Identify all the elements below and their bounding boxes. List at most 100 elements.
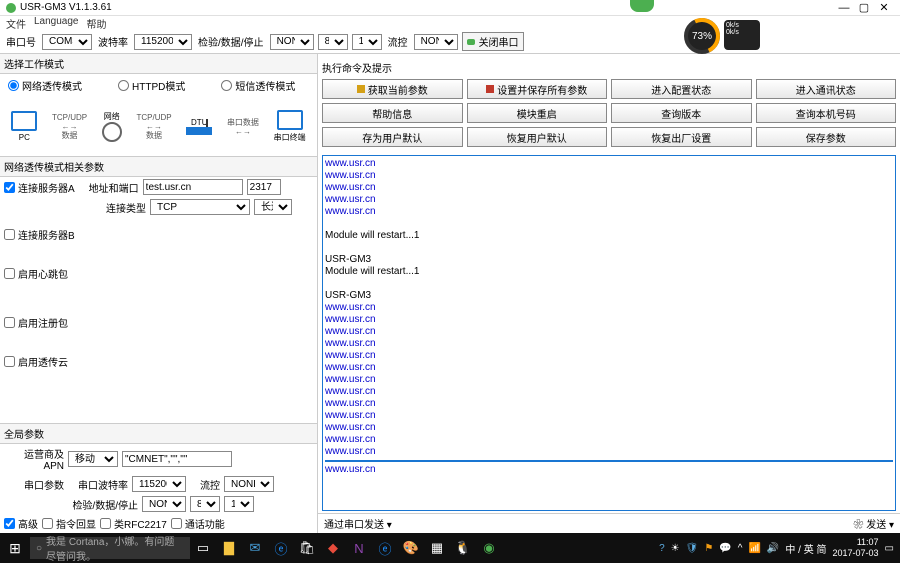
register-check[interactable]: 启用注册包: [4, 315, 68, 330]
calc-icon[interactable]: ▦: [424, 540, 450, 556]
tray-help-icon[interactable]: ?: [659, 543, 665, 554]
scheck-label: 检验/数据/停止: [68, 497, 138, 512]
tool-icon[interactable]: 🐧: [450, 540, 476, 556]
log-output[interactable]: www.usr.cn www.usr.cn www.usr.cn www.usr…: [322, 155, 896, 511]
sdata-select[interactable]: 8: [190, 496, 220, 512]
sbaud-select[interactable]: 115200: [132, 476, 186, 492]
taskbar: ⊞ ○ 我是 Cortana，小娜。有问题尽管问我。 ▭ ▇ ✉ ⓔ 🛍 ◆ N…: [0, 533, 900, 563]
apn-label: 运营商及APN: [4, 446, 64, 472]
call-check[interactable]: 通话功能: [171, 516, 225, 531]
close-port-button[interactable]: 关闭串口: [462, 32, 524, 51]
flow-label: 流控: [386, 34, 410, 49]
start-button[interactable]: ⊞: [0, 540, 30, 557]
heartbeat-check[interactable]: 启用心跳包: [4, 266, 68, 281]
btn-query-phone[interactable]: 查询本机号码: [756, 103, 897, 123]
menu-bar: 文件 Language 帮助: [0, 16, 900, 30]
cortana-icon: ○: [36, 543, 42, 554]
flow-select[interactable]: NONE: [414, 34, 458, 50]
persist-select[interactable]: 长连接: [254, 199, 292, 215]
tray-ime[interactable]: 中 / 英 简: [785, 541, 826, 556]
node-dtu: DTU: [186, 118, 212, 135]
mode-httpd[interactable]: HTTPD模式: [118, 78, 185, 93]
addr-label: 地址和端口: [79, 180, 139, 195]
params-title: 网络透传模式相关参数: [0, 157, 317, 177]
echo-check[interactable]: 指令回显: [42, 516, 96, 531]
port-select[interactable]: COM3: [42, 34, 92, 50]
btn-help[interactable]: 帮助信息: [322, 103, 463, 123]
sflow-select[interactable]: NONE: [224, 476, 274, 492]
app-icon: [6, 3, 16, 13]
cortana-search[interactable]: ○ 我是 Cortana，小娜。有问题尽管问我。: [30, 537, 190, 559]
check-label: 检验/数据/停止: [196, 34, 266, 49]
btn-factory[interactable]: 恢复出厂设置: [611, 127, 752, 147]
tray-wifi-icon[interactable]: 📶: [748, 543, 760, 554]
btn-restore-user[interactable]: 恢复用户默认: [467, 127, 608, 147]
server-b-check[interactable]: 连接服务器B: [4, 227, 75, 242]
paint-icon[interactable]: 🎨: [398, 540, 424, 556]
window-title: USR-GM3 V1.1.3.61: [20, 2, 834, 13]
cloud-check[interactable]: 启用透传云: [4, 354, 68, 369]
menu-language[interactable]: Language: [34, 16, 79, 30]
apn-select[interactable]: 移动: [68, 451, 118, 467]
btn-restart[interactable]: 模块重启: [467, 103, 608, 123]
mode-sms[interactable]: 短信透传模式: [221, 78, 295, 93]
arrow-tcpudp: TCP/UDP←→数据: [52, 113, 87, 140]
sbaud-label: 串口波特率: [68, 477, 128, 492]
arrow-serial: 串口数据←→: [227, 118, 259, 136]
serial-param-label: 串口参数: [4, 477, 64, 492]
net-speed-widget[interactable]: 0k/s 0k/s: [724, 20, 760, 50]
stopbits-select[interactable]: 1: [352, 34, 382, 50]
btn-enter-comm[interactable]: 进入通讯状态: [756, 79, 897, 99]
parity-select[interactable]: NONE: [270, 34, 314, 50]
btn-get-params[interactable]: 获取当前参数: [322, 79, 463, 99]
arrow-tcpudp2: TCP/UDP←→数据: [136, 113, 171, 140]
btn-enter-config[interactable]: 进入配置状态: [611, 79, 752, 99]
task-view-icon[interactable]: ▭: [190, 540, 216, 556]
maximize-button[interactable]: ▢: [854, 1, 874, 14]
send-via-serial[interactable]: 通过串口发送 ▾: [324, 516, 392, 531]
cmd-title: 执行命令及提示: [322, 58, 896, 77]
mail-icon[interactable]: ✉: [242, 540, 268, 556]
adv-check[interactable]: 高级: [4, 516, 38, 531]
close-port-label: 关闭串口: [479, 34, 519, 49]
tray-up-icon[interactable]: ^: [738, 543, 743, 554]
tray-clock[interactable]: 11:07 2017-07-03: [833, 537, 879, 559]
top-tab: [630, 0, 654, 12]
tray-shield-icon[interactable]: 🛡: [686, 543, 699, 554]
server-a-check[interactable]: 连接服务器A: [4, 180, 75, 195]
menu-file[interactable]: 文件: [6, 16, 26, 30]
tray-chat-icon[interactable]: 💬: [719, 543, 731, 554]
qq-icon[interactable]: ◆: [320, 540, 346, 556]
type-select[interactable]: TCP: [150, 199, 250, 215]
tray-weather-icon[interactable]: ☀: [671, 543, 680, 554]
menu-help[interactable]: 帮助: [87, 16, 107, 30]
btn-save-user[interactable]: 存为用户默认: [322, 127, 463, 147]
apn-input[interactable]: [122, 451, 232, 467]
rfc-check[interactable]: 类RFC2217: [100, 516, 167, 531]
scheck-select[interactable]: NONE: [142, 496, 186, 512]
minimize-button[interactable]: —: [834, 2, 854, 14]
tray-notifications-icon[interactable]: ▭: [885, 543, 894, 554]
btn-save-params[interactable]: 保存参数: [756, 127, 897, 147]
onenote-icon[interactable]: N: [346, 541, 372, 556]
sstop-select[interactable]: 1: [224, 496, 254, 512]
btn-version[interactable]: 查询版本: [611, 103, 752, 123]
explorer-icon[interactable]: ▇: [216, 540, 242, 556]
android-icon[interactable]: ◉: [476, 540, 502, 556]
tray-flag-icon[interactable]: ⚑: [704, 543, 713, 554]
baud-select[interactable]: 115200: [134, 34, 192, 50]
sflow-label: 流控: [190, 477, 220, 492]
port-input[interactable]: [247, 179, 281, 195]
addr-input[interactable]: [143, 179, 243, 195]
tray-volume-icon[interactable]: 🔊: [767, 543, 779, 554]
close-button[interactable]: ✕: [874, 1, 894, 14]
store-icon[interactable]: 🛍: [294, 540, 320, 556]
send-button[interactable]: ❀ 发送 ▾: [853, 516, 894, 531]
btn-set-save[interactable]: 设置并保存所有参数: [467, 79, 608, 99]
mode-net[interactable]: 网络透传模式: [8, 78, 82, 93]
edge-icon[interactable]: ⓔ: [268, 539, 294, 558]
send-bar: 通过串口发送 ▾ ❀ 发送 ▾: [318, 513, 900, 533]
ie-icon[interactable]: ⓔ: [372, 539, 398, 558]
databits-select[interactable]: 8: [318, 34, 348, 50]
gauge-widget[interactable]: 73%: [684, 18, 720, 54]
